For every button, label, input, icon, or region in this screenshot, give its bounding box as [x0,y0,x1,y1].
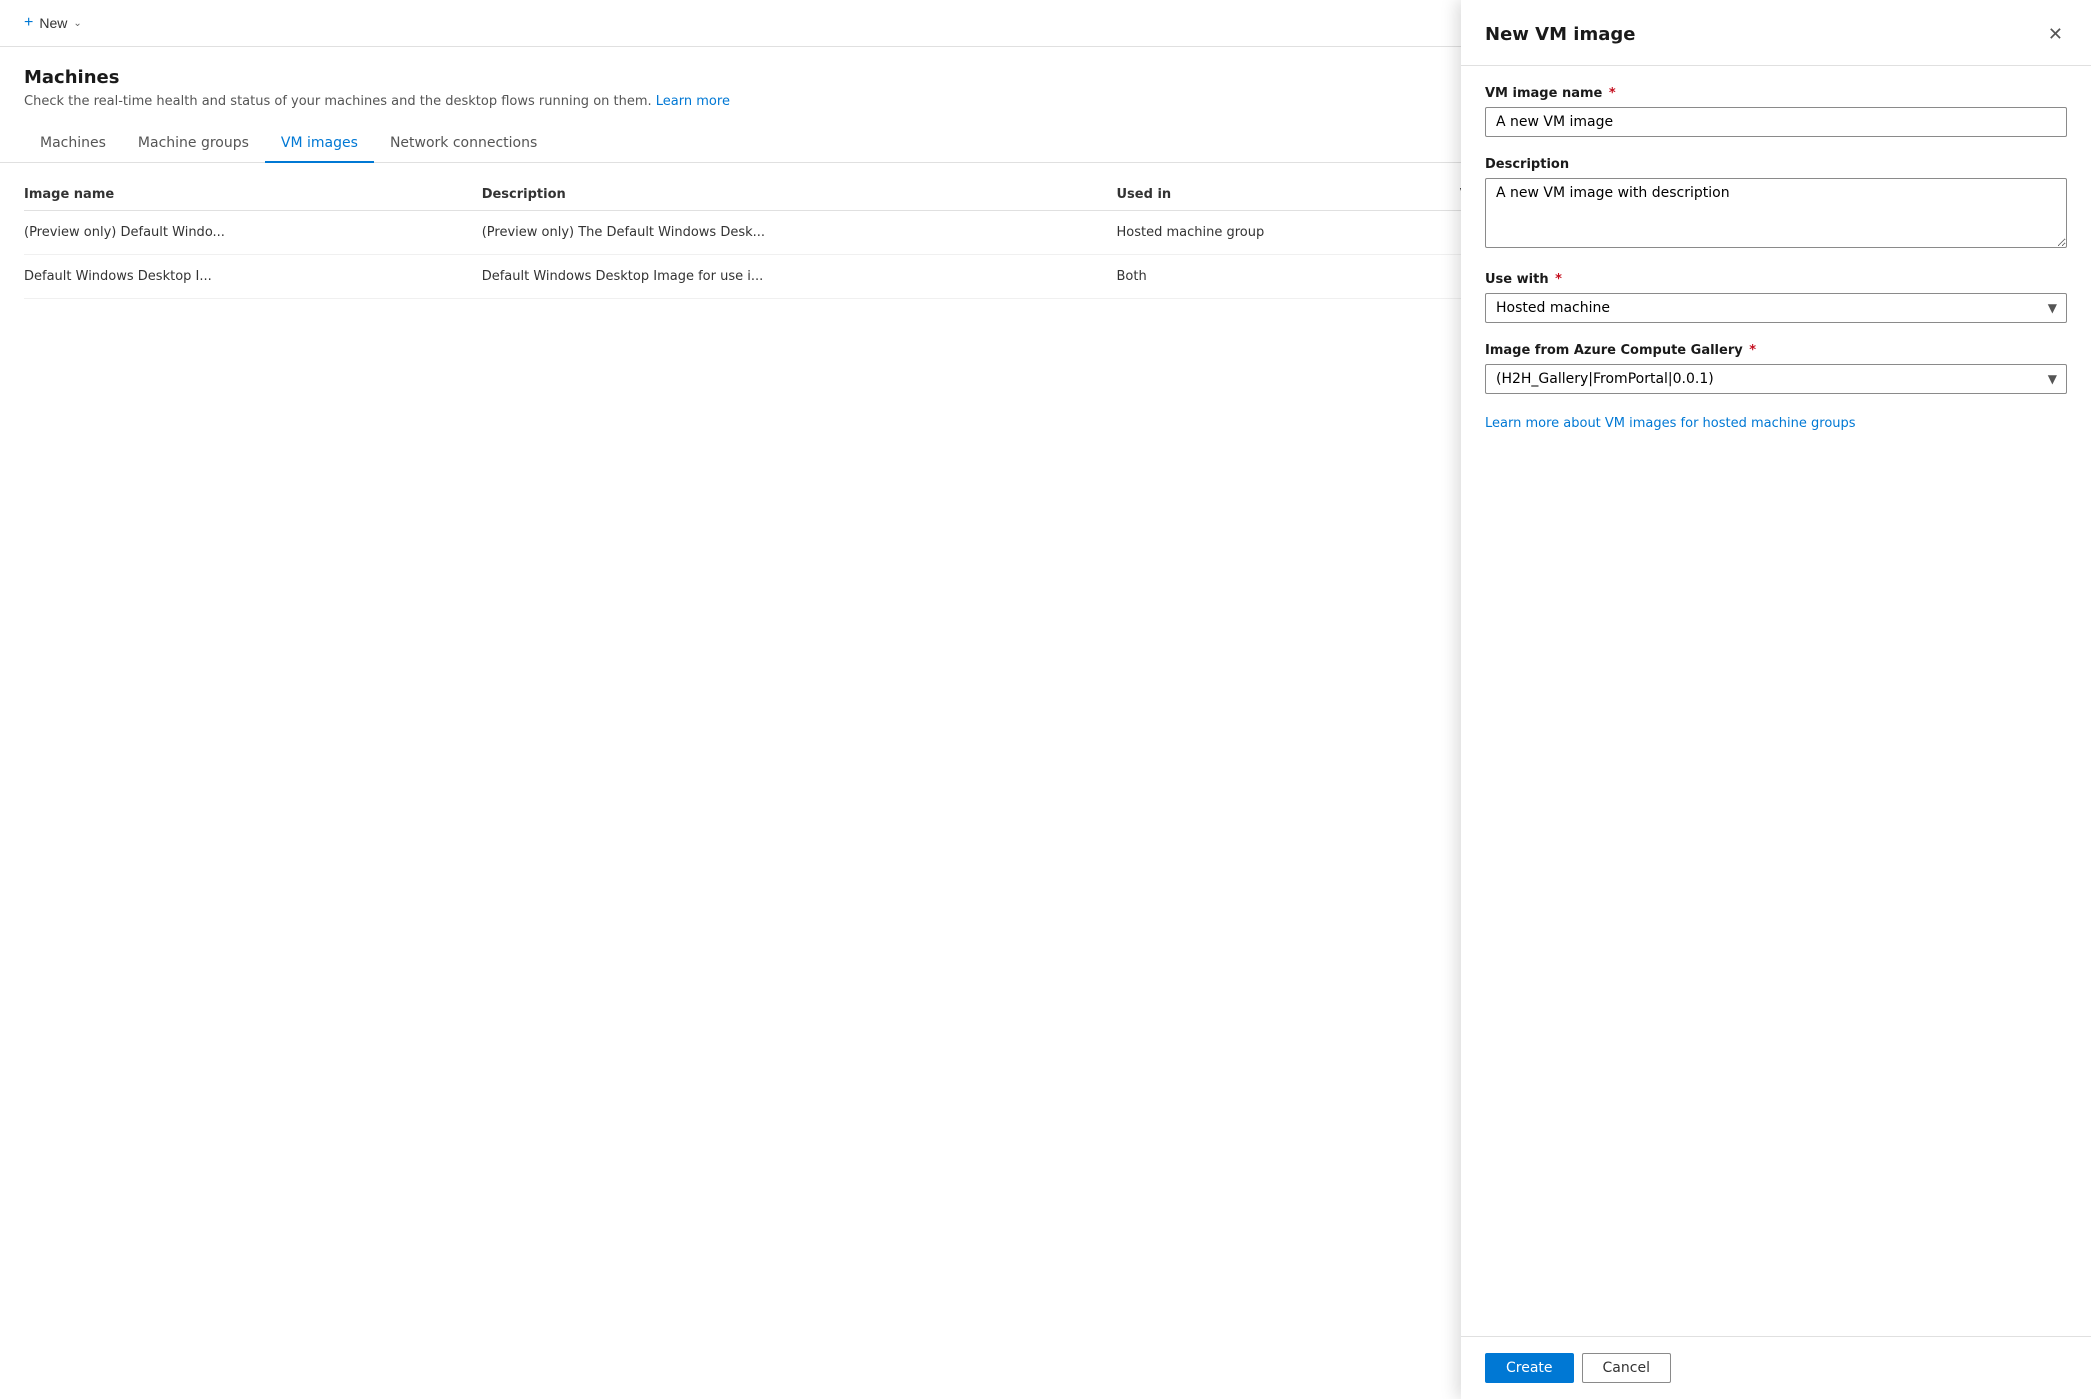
plus-icon: + [24,14,33,32]
use-with-select[interactable]: Hosted machine Hosted machine group Both [1485,293,2067,323]
panel-title: New VM image [1485,24,1635,45]
image-gallery-group: Image from Azure Compute Gallery * (H2H_… [1485,343,2067,394]
cell-used-in: Hosted machine group [1117,211,1460,255]
cell-used-in: Both [1117,255,1460,299]
learn-more-vm-link[interactable]: Learn more about VM images for hosted ma… [1485,414,1856,434]
description-label: Description [1485,157,2067,172]
panel-footer: Create Cancel [1461,1336,2091,1399]
description-group: Description [1485,157,2067,252]
vm-image-name-label: VM image name * [1485,86,2067,101]
col-description: Description [482,179,1117,211]
tab-network-connections[interactable]: Network connections [374,125,553,163]
close-panel-button[interactable]: ✕ [2044,20,2067,49]
description-input[interactable] [1485,178,2067,248]
required-indicator: * [1551,272,1562,287]
use-with-select-wrapper: Hosted machine Hosted machine group Both… [1485,293,2067,323]
col-image-name: Image name [24,179,482,211]
learn-more-link[interactable]: Learn more [656,94,730,109]
required-indicator: * [1745,343,1756,358]
panel-header: New VM image ✕ [1461,0,2091,66]
image-gallery-select-wrapper: (H2H_Gallery|FromPortal|0.0.1) ▼ [1485,364,2067,394]
cancel-button[interactable]: Cancel [1582,1353,1671,1383]
tab-machines[interactable]: Machines [24,125,122,163]
image-gallery-label: Image from Azure Compute Gallery * [1485,343,2067,358]
learn-more-vm-group: Learn more about VM images for hosted ma… [1485,414,2067,434]
tab-vm-images[interactable]: VM images [265,125,374,163]
new-button[interactable]: + New ⌄ [16,10,90,36]
panel-body: VM image name * Description Use with * H… [1461,66,2091,1336]
image-gallery-select[interactable]: (H2H_Gallery|FromPortal|0.0.1) [1485,364,2067,394]
cell-image-name: (Preview only) Default Windo... [24,211,482,255]
col-used-in: Used in [1117,179,1460,211]
vm-image-name-group: VM image name * [1485,86,2067,137]
vm-image-name-input[interactable] [1485,107,2067,137]
tab-machine-groups[interactable]: Machine groups [122,125,265,163]
chevron-down-icon: ⌄ [73,18,81,29]
new-button-label: New [39,15,67,31]
use-with-group: Use with * Hosted machine Hosted machine… [1485,272,2067,323]
required-indicator: * [1604,86,1615,101]
new-vm-image-panel: New VM image ✕ VM image name * Descripti… [1461,0,2091,1399]
cell-image-name: Default Windows Desktop I... [24,255,482,299]
cell-description: (Preview only) The Default Windows Desk.… [482,211,1117,255]
cell-description: Default Windows Desktop Image for use i.… [482,255,1117,299]
use-with-label: Use with * [1485,272,2067,287]
create-button[interactable]: Create [1485,1353,1574,1383]
